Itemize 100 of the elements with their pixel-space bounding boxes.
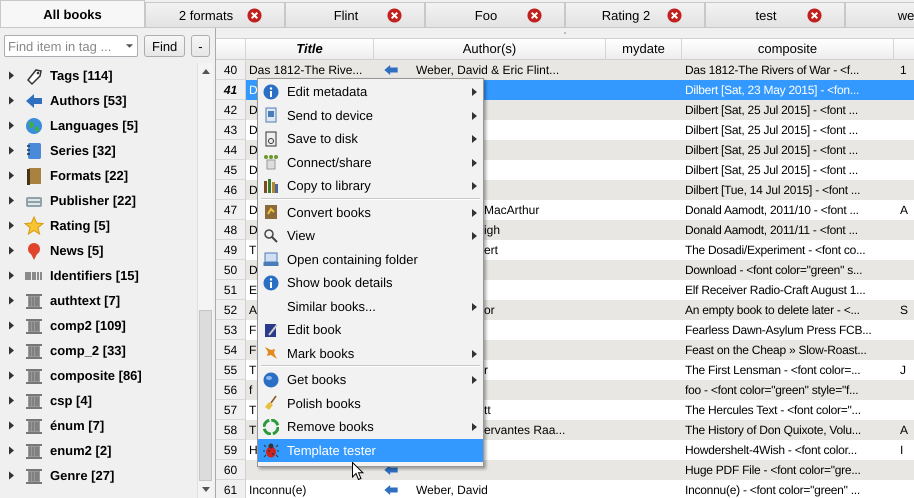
row-number[interactable]: 52 — [216, 300, 246, 320]
title-cell: T — [249, 243, 256, 257]
row-number[interactable]: 60 — [216, 460, 246, 480]
tree-item[interactable]: csp [4] — [50, 393, 92, 408]
expand-arrow-icon[interactable] — [9, 396, 14, 405]
tree-item[interactable]: enum2 [2] — [50, 443, 112, 458]
tree-item[interactable]: authtext [7] — [50, 293, 120, 308]
expand-arrow-icon[interactable] — [9, 221, 14, 230]
row-number[interactable]: 61 — [216, 480, 246, 498]
expand-arrow-icon[interactable] — [9, 196, 14, 205]
close-icon[interactable] — [527, 8, 542, 23]
tree-item[interactable]: Series [32] — [50, 143, 116, 158]
tree-item[interactable]: comp_2 [33] — [50, 343, 126, 358]
menu-item[interactable]: Open containing folder — [258, 248, 483, 271]
row-number[interactable]: 55 — [216, 360, 246, 380]
tree-item[interactable]: comp2 [109] — [50, 318, 126, 333]
expand-arrow-icon[interactable] — [9, 121, 14, 130]
menu-item[interactable]: Similar books... — [258, 294, 483, 318]
tree-item[interactable]: Publisher [22] — [50, 193, 136, 208]
column-header[interactable]: Author(s) — [374, 39, 606, 59]
tray-icon — [263, 251, 279, 268]
row-number[interactable]: 45 — [216, 160, 246, 180]
row-number[interactable]: 48 — [216, 220, 246, 240]
scrollbar-thumb[interactable] — [199, 310, 212, 481]
row-number[interactable]: 43 — [216, 120, 246, 140]
expand-arrow-icon[interactable] — [9, 171, 14, 180]
expand-arrow-icon[interactable] — [9, 346, 14, 355]
column-header[interactable]: composite — [682, 39, 894, 59]
menu-item[interactable]: View — [258, 224, 483, 248]
scrollbar[interactable] — [197, 63, 213, 498]
row-number[interactable]: 53 — [216, 320, 246, 340]
tree-item[interactable]: Genre [27] — [50, 468, 114, 483]
menu-item[interactable]: Edit book — [258, 318, 483, 342]
menu-item[interactable]: Polish books — [258, 392, 483, 415]
column-header[interactable]: mydate — [606, 39, 682, 59]
row-number[interactable]: 46 — [216, 180, 246, 200]
row-number[interactable]: 51 — [216, 280, 246, 300]
expand-arrow-icon[interactable] — [9, 271, 14, 280]
search-field[interactable]: Find item in tag ... — [4, 35, 138, 57]
dropdown-icon[interactable] — [125, 43, 134, 49]
composite-cell: Das 1812-The Rivers of War - <f... — [685, 63, 860, 77]
tree-item[interactable]: Authors [53] — [50, 93, 127, 108]
menu-item[interactable]: Edit metadata — [258, 80, 483, 104]
menu-item[interactable]: Convert books — [258, 200, 483, 224]
row-number[interactable]: 50 — [216, 260, 246, 280]
close-icon[interactable] — [387, 8, 402, 23]
tab[interactable]: test — [705, 2, 845, 27]
tab[interactable]: 2 formats — [145, 2, 285, 27]
row-number[interactable]: 41 — [216, 80, 246, 100]
menu-item[interactable]: Mark books — [258, 342, 483, 365]
expand-arrow-icon[interactable] — [9, 146, 14, 155]
composite-cell: The History of Don Quixote, Volu... — [685, 423, 862, 437]
row-number[interactable]: 56 — [216, 380, 246, 400]
menu-item[interactable]: Show book details — [258, 271, 483, 294]
menu-item[interactable]: Save to disk — [258, 127, 483, 150]
close-icon[interactable] — [667, 8, 682, 23]
tab[interactable]: All books — [0, 0, 145, 27]
row-number[interactable]: 58 — [216, 420, 246, 440]
tree-item[interactable]: Rating [5] — [50, 218, 110, 233]
row-number[interactable]: 57 — [216, 400, 246, 420]
tab[interactable]: Foo — [425, 2, 565, 27]
tree-item[interactable]: News [5] — [50, 243, 104, 258]
expand-arrow-icon[interactable] — [9, 371, 14, 380]
expand-arrow-icon[interactable] — [9, 471, 14, 480]
column-header[interactable]: Title — [246, 39, 374, 59]
menu-item[interactable]: Copy to library — [258, 174, 483, 198]
expand-arrow-icon[interactable] — [9, 246, 14, 255]
row-number[interactable]: 59 — [216, 440, 246, 460]
menu-item[interactable]: Get books — [258, 368, 483, 392]
expand-arrow-icon[interactable] — [9, 71, 14, 80]
row-number[interactable]: 42 — [216, 100, 246, 120]
tab[interactable]: we — [845, 2, 914, 27]
tree-item[interactable]: composite [86] — [50, 368, 142, 383]
tree-item[interactable]: Languages [5] — [50, 118, 138, 133]
row-number[interactable]: 49 — [216, 240, 246, 260]
menu-item[interactable]: Remove books — [258, 415, 483, 438]
find-button[interactable]: Find — [144, 35, 186, 57]
tree-item[interactable]: Tags [114] — [50, 68, 113, 83]
menu-item[interactable]: Send to device — [258, 104, 483, 127]
close-icon[interactable] — [247, 8, 262, 23]
expand-arrow-icon[interactable] — [9, 421, 14, 430]
scroll-up-icon[interactable] — [202, 69, 210, 74]
row-number[interactable]: 47 — [216, 200, 246, 220]
collapse-button[interactable]: - — [191, 35, 210, 57]
scroll-down-icon[interactable] — [202, 487, 210, 492]
close-icon[interactable] — [807, 8, 822, 23]
row-number[interactable]: 54 — [216, 340, 246, 360]
tab-label: Flint — [334, 8, 358, 22]
expand-arrow-icon[interactable] — [9, 96, 14, 105]
expand-arrow-icon[interactable] — [9, 296, 14, 305]
expand-arrow-icon[interactable] — [9, 321, 14, 330]
expand-arrow-icon[interactable] — [9, 446, 14, 455]
tree-item[interactable]: Formats [22] — [50, 168, 128, 183]
tree-item[interactable]: énum [7] — [50, 418, 104, 433]
tab[interactable]: Flint — [285, 2, 425, 27]
tree-item[interactable]: Identifiers [15] — [50, 268, 139, 283]
row-number[interactable]: 44 — [216, 140, 246, 160]
tab[interactable]: Rating 2 — [565, 2, 705, 27]
menu-item[interactable]: Connect/share — [258, 150, 483, 174]
row-number[interactable]: 40 — [216, 60, 246, 80]
